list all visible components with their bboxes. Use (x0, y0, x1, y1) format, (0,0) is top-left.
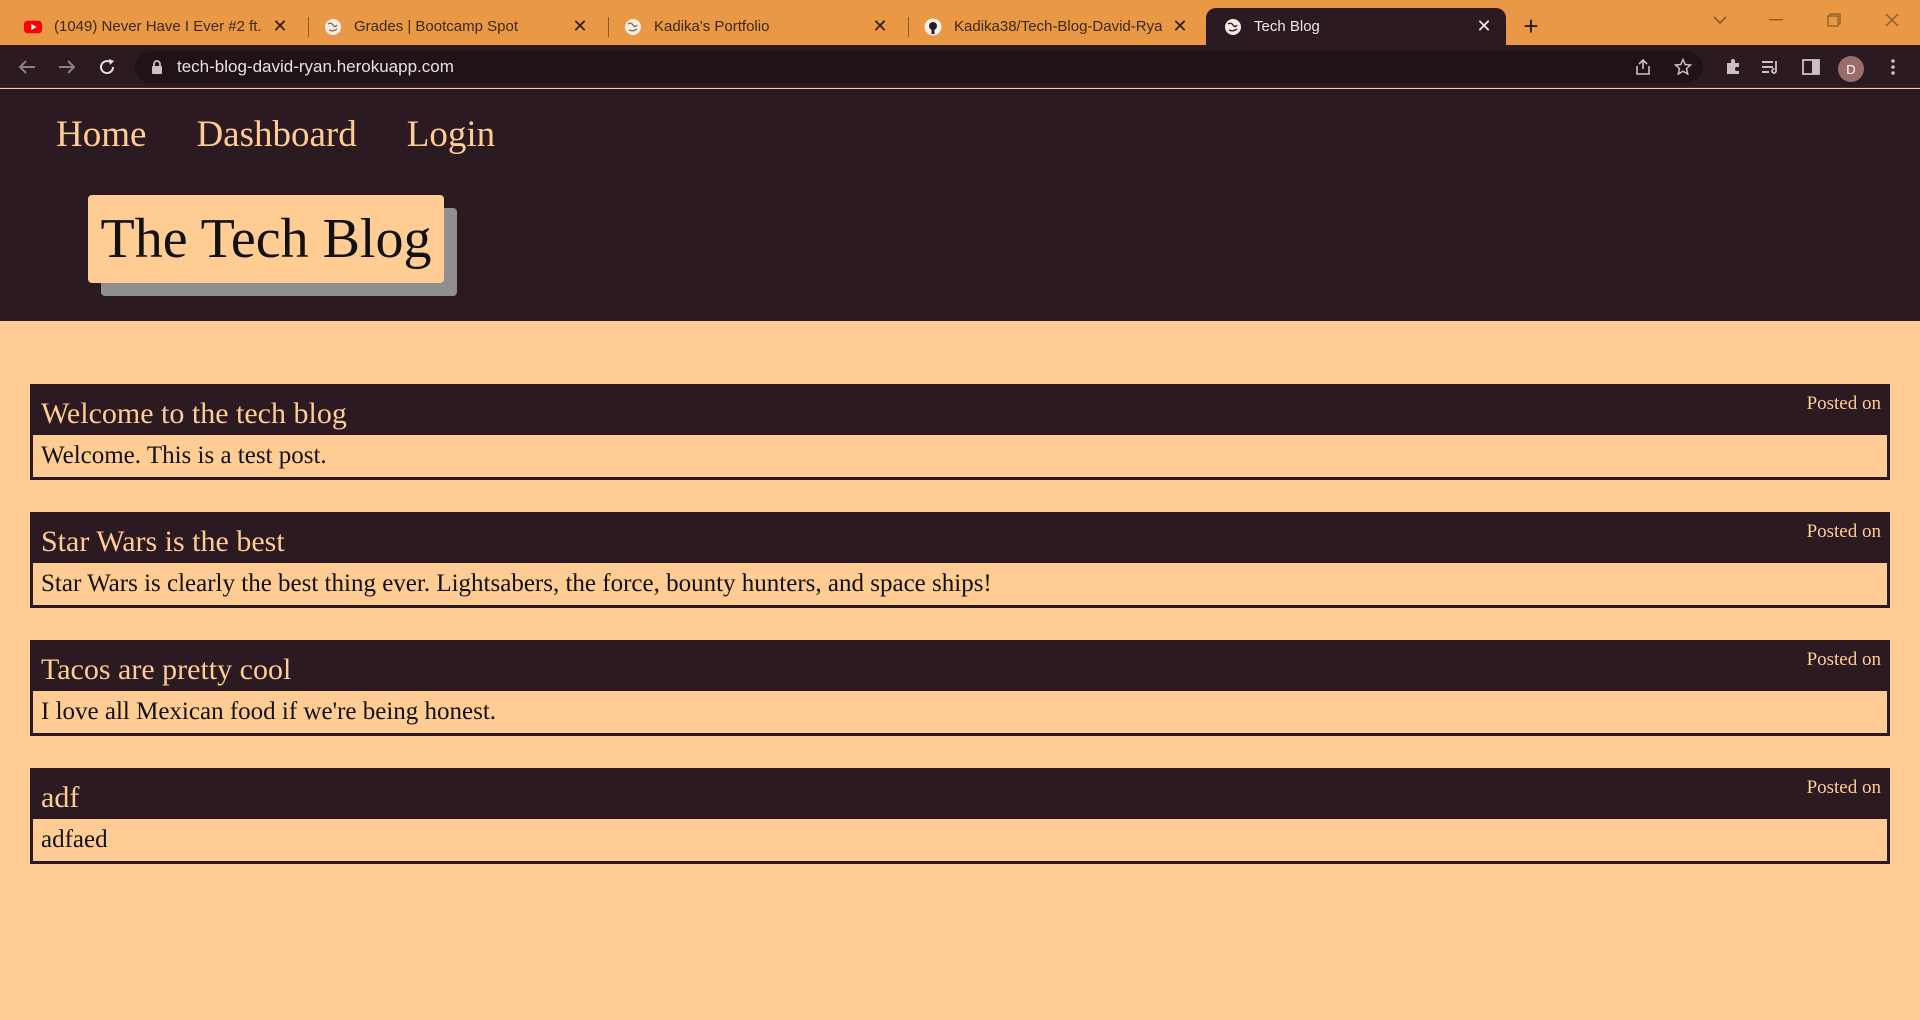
side-panel-icon[interactable] (1796, 52, 1826, 82)
browser-tab[interactable]: Grades | Bootcamp Spot ✕ (306, 8, 602, 45)
post-title[interactable]: Star Wars is the best (41, 525, 285, 559)
nav-link-login[interactable]: Login (407, 113, 495, 156)
post-card[interactable]: Tacos are pretty cool Posted on I love a… (30, 640, 1890, 736)
post-header: Tacos are pretty cool Posted on (33, 643, 1887, 691)
browser-toolbar: tech-blog-david-ryan.herokuapp.com D (0, 45, 1920, 88)
site-title-block: The Tech Blog (88, 195, 457, 296)
post-body: I love all Mexican food if we're being h… (41, 698, 497, 725)
tab-title: (1049) Never Have I Ever #2 ft. Va (54, 18, 262, 35)
close-window-icon[interactable] (1872, 4, 1912, 36)
post-title[interactable]: Tacos are pretty cool (41, 653, 291, 687)
site-header: Home Dashboard Login The Tech Blog (0, 89, 1920, 321)
site-nav: Home Dashboard Login (56, 113, 495, 156)
forward-arrow-icon[interactable] (52, 52, 82, 82)
globe-icon (1224, 18, 1242, 36)
post-body: Welcome. This is a test post. (41, 442, 327, 469)
browser-tab[interactable]: (1049) Never Have I Ever #2 ft. Va ✕ (6, 8, 302, 45)
tab-title: Tech Blog (1254, 18, 1320, 35)
browser-tab-active[interactable]: Tech Blog ✕ (1206, 8, 1506, 45)
nav-link-home[interactable]: Home (56, 113, 146, 156)
share-icon[interactable] (1628, 52, 1658, 82)
post-title[interactable]: adf (41, 781, 79, 815)
nav-link-dashboard[interactable]: Dashboard (196, 113, 356, 156)
post-card[interactable]: Star Wars is the best Posted on Star War… (30, 512, 1890, 608)
post-card[interactable]: adf Posted on adfaed (30, 768, 1890, 864)
post-date: Posted on (1806, 393, 1881, 414)
url-text: tech-blog-david-ryan.herokuapp.com (177, 57, 454, 76)
browser-tab[interactable]: Kadika's Portfolio ✕ (606, 8, 902, 45)
tab-title: Kadika's Portfolio (654, 18, 770, 35)
github-icon (924, 18, 942, 36)
post-list: Welcome to the tech blog Posted on Welco… (30, 384, 1890, 896)
profile-avatar[interactable]: D (1838, 56, 1864, 82)
youtube-icon (24, 18, 42, 36)
new-tab-button[interactable]: + (1514, 9, 1548, 43)
post-card[interactable]: Welcome to the tech blog Posted on Welco… (30, 384, 1890, 480)
address-bar[interactable]: tech-blog-david-ryan.herokuapp.com (135, 51, 1703, 83)
post-header: Star Wars is the best Posted on (33, 515, 1887, 563)
post-header: Welcome to the tech blog Posted on (33, 387, 1887, 435)
menu-kebab-icon[interactable] (1878, 52, 1908, 82)
tab-search-icon[interactable] (1700, 4, 1740, 36)
post-body: Star Wars is clearly the best thing ever… (41, 570, 992, 597)
bookmark-star-icon[interactable] (1668, 52, 1698, 82)
browser-tabstrip: (1049) Never Have I Ever #2 ft. Va ✕ Gra… (0, 0, 1920, 45)
close-icon[interactable]: ✕ (570, 16, 590, 37)
globe-icon (324, 18, 342, 36)
post-date: Posted on (1806, 777, 1881, 798)
tab-title: Kadika38/Tech-Blog-David-Ryan (954, 18, 1162, 35)
close-icon[interactable]: ✕ (870, 16, 890, 37)
avatar-initial: D (1846, 61, 1856, 77)
site-title: The Tech Blog (88, 195, 444, 283)
minimize-icon[interactable] (1756, 4, 1796, 36)
post-date: Posted on (1806, 521, 1881, 542)
close-icon[interactable]: ✕ (1170, 16, 1190, 37)
media-control-icon[interactable] (1756, 52, 1786, 82)
post-title[interactable]: Welcome to the tech blog (41, 397, 347, 431)
globe-icon (624, 18, 642, 36)
close-icon[interactable]: ✕ (270, 16, 290, 37)
extensions-icon[interactable] (1718, 52, 1748, 82)
post-date: Posted on (1806, 649, 1881, 670)
tab-title: Grades | Bootcamp Spot (354, 18, 518, 35)
close-icon[interactable]: ✕ (1474, 16, 1494, 37)
lock-icon[interactable] (151, 60, 163, 74)
post-body: adfaed (41, 826, 108, 853)
reload-icon[interactable] (92, 52, 122, 82)
restore-icon[interactable] (1814, 4, 1854, 36)
post-header: adf Posted on (33, 771, 1887, 819)
back-arrow-icon[interactable] (12, 52, 42, 82)
browser-tab[interactable]: Kadika38/Tech-Blog-David-Ryan ✕ (906, 8, 1202, 45)
